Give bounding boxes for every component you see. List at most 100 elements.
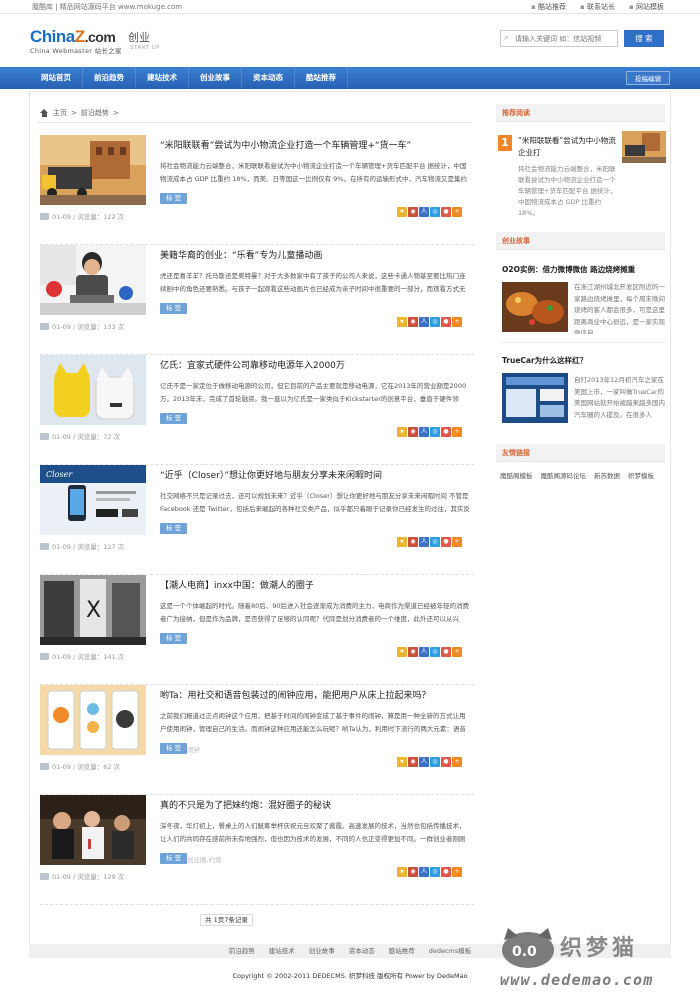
share-kaixin-icon[interactable]: ●	[441, 757, 451, 767]
footer-link[interactable]: 创业故事	[309, 944, 335, 958]
article-thumbnail[interactable]	[40, 795, 146, 865]
share-weibo-icon[interactable]: ◉	[408, 317, 418, 327]
share-more-icon[interactable]: +	[452, 207, 462, 217]
share-kaixin-icon[interactable]: ●	[441, 317, 451, 327]
nav-item-trends[interactable]: 前沿趋势	[83, 67, 136, 89]
article-item: 亿氏：宜家式硬件公司靠移动电源年入2000万 亿氏不是一家定位于做移动电源的公司…	[40, 355, 474, 465]
share-more-icon[interactable]: +	[452, 867, 462, 877]
tag-label[interactable]: 标 签	[160, 853, 188, 864]
friend-link[interactable]: 新苏数据	[594, 470, 620, 480]
tag-label[interactable]: 标 签	[160, 743, 188, 754]
share-kaixin-icon[interactable]: ●	[441, 647, 451, 657]
share-tqq-icon[interactable]: ◎	[430, 317, 440, 327]
share-qzone-icon[interactable]: ★	[397, 317, 407, 327]
footer-link[interactable]: 酷站推荐	[389, 944, 415, 958]
friend-link[interactable]: 织梦模板	[628, 470, 654, 480]
share-more-icon[interactable]: +	[452, 427, 462, 437]
share-tqq-icon[interactable]: ◎	[430, 537, 440, 547]
article-title[interactable]: “近乎（Closer）”想让你更好地与朋友分享未来闲暇时间	[160, 468, 382, 481]
share-tqq-icon[interactable]: ◎	[430, 427, 440, 437]
top-link-templates[interactable]: 网站模板	[629, 2, 664, 12]
article-thumbnail[interactable]	[40, 685, 146, 755]
submit-article-button[interactable]: 投稿编辑	[626, 71, 670, 85]
story-title[interactable]: O2O实例：借力微博微信 路边烧烤摊重	[502, 264, 635, 275]
search-button[interactable]: 搜 索	[624, 30, 664, 47]
share-tqq-icon[interactable]: ◎	[430, 207, 440, 217]
nav-item-capital[interactable]: 资本动态	[242, 67, 295, 89]
share-renren-icon[interactable]: 人	[419, 757, 429, 767]
nav-item-tech[interactable]: 建站技术	[136, 67, 189, 89]
share-more-icon[interactable]: +	[452, 317, 462, 327]
recommend-title[interactable]: “米阳联联看”尝试为中小物流企业打	[518, 135, 618, 159]
search-input[interactable]	[500, 30, 618, 47]
tag-label[interactable]: 标 签	[160, 633, 188, 644]
share-weibo-icon[interactable]: ◉	[408, 537, 418, 547]
footer-link[interactable]: 前沿趋势	[229, 944, 255, 958]
share-more-icon[interactable]: +	[452, 757, 462, 767]
friend-link[interactable]: 魔酷阁模板	[500, 470, 533, 480]
breadcrumb-current[interactable]: 前沿趋势	[81, 108, 109, 118]
share-renren-icon[interactable]: 人	[419, 207, 429, 217]
share-qzone-icon[interactable]: ★	[397, 427, 407, 437]
share-weibo-icon[interactable]: ◉	[408, 427, 418, 437]
share-kaixin-icon[interactable]: ●	[441, 537, 451, 547]
article-thumbnail[interactable]	[40, 135, 146, 205]
share-tqq-icon[interactable]: ◎	[430, 757, 440, 767]
share-weibo-icon[interactable]: ◉	[408, 757, 418, 767]
share-renren-icon[interactable]: 人	[419, 427, 429, 437]
tag-label[interactable]: 标 签	[160, 193, 188, 204]
tag-label[interactable]: 标 签	[160, 413, 188, 424]
nav-item-home[interactable]: 网站首页	[30, 67, 83, 89]
share-more-icon[interactable]: +	[452, 537, 462, 547]
share-renren-icon[interactable]: 人	[419, 867, 429, 877]
share-kaixin-icon[interactable]: ●	[441, 207, 451, 217]
share-qzone-icon[interactable]: ★	[397, 757, 407, 767]
article-title[interactable]: 亿氏：宜家式硬件公司靠移动电源年入2000万	[160, 358, 345, 371]
article-title[interactable]: 哟Ta：用社交和语音包装过的闹钟应用，能把用户从床上拉起来吗？	[160, 688, 431, 701]
article-thumbnail[interactable]	[40, 245, 146, 315]
share-kaixin-icon[interactable]: ●	[441, 867, 451, 877]
article-title[interactable]: “米阳联联看”尝试为中小物流企业打造一个车辆管理+“货一车”	[160, 138, 411, 151]
footer-link[interactable]: 建站技术	[269, 944, 295, 958]
article-thumbnail[interactable]: Closer	[40, 465, 146, 535]
story-thumbnail[interactable]	[502, 282, 568, 332]
tag-label[interactable]: 标 签	[160, 523, 188, 534]
share-weibo-icon[interactable]: ◉	[408, 867, 418, 877]
nav-item-recommend[interactable]: 酷站推荐	[295, 67, 348, 89]
top-link-recommend[interactable]: 酷站推荐	[531, 2, 566, 12]
story-thumbnail[interactable]	[502, 373, 568, 423]
watermark: 0.0 织梦猫 www.dedemao.com	[498, 926, 698, 996]
article-title[interactable]: 真的不只是为了把妹约炮：混好圈子的秘诀	[160, 798, 331, 811]
article-tags[interactable]: 闹钟	[187, 744, 200, 754]
share-renren-icon[interactable]: 人	[419, 317, 429, 327]
share-bar: ★ ◉ 人 ◎ ● +	[397, 537, 462, 547]
recommend-thumbnail[interactable]	[622, 131, 666, 163]
share-tqq-icon[interactable]: ◎	[430, 647, 440, 657]
share-renren-icon[interactable]: 人	[419, 537, 429, 547]
share-renren-icon[interactable]: 人	[419, 647, 429, 657]
tag-label[interactable]: 标 签	[160, 303, 188, 314]
footer-link[interactable]: dedecms模板	[429, 944, 472, 958]
article-thumbnail[interactable]: X	[40, 575, 146, 645]
story-title[interactable]: TrueCar为什么这样红？	[502, 355, 587, 366]
nav-item-stories[interactable]: 创业故事	[189, 67, 242, 89]
footer-link[interactable]: 资本动态	[349, 944, 375, 958]
share-weibo-icon[interactable]: ◉	[408, 647, 418, 657]
article-meta: 01-09 / 浏览量：62 次	[40, 761, 120, 771]
share-more-icon[interactable]: +	[452, 647, 462, 657]
article-title[interactable]: 【潮人电商】inxx中国：做潮人的圈子	[160, 578, 314, 591]
article-tags[interactable]: 创业圈,约炮	[187, 854, 222, 864]
share-kaixin-icon[interactable]: ●	[441, 427, 451, 437]
share-qzone-icon[interactable]: ★	[397, 537, 407, 547]
share-tqq-icon[interactable]: ◎	[430, 867, 440, 877]
share-qzone-icon[interactable]: ★	[397, 647, 407, 657]
site-logo[interactable]: ChinaZ.com China Webmaster 站长之家	[30, 27, 122, 55]
article-thumbnail[interactable]	[40, 355, 146, 425]
article-title[interactable]: 美籍华裔的创业：“乐看”专为儿童播动画	[160, 248, 322, 261]
share-qzone-icon[interactable]: ★	[397, 867, 407, 877]
share-qzone-icon[interactable]: ★	[397, 207, 407, 217]
breadcrumb-home[interactable]: 主页	[53, 108, 67, 118]
share-weibo-icon[interactable]: ◉	[408, 207, 418, 217]
friend-link[interactable]: 魔酷阁源码论坛	[541, 470, 587, 480]
top-link-contact[interactable]: 联系站长	[580, 2, 615, 12]
